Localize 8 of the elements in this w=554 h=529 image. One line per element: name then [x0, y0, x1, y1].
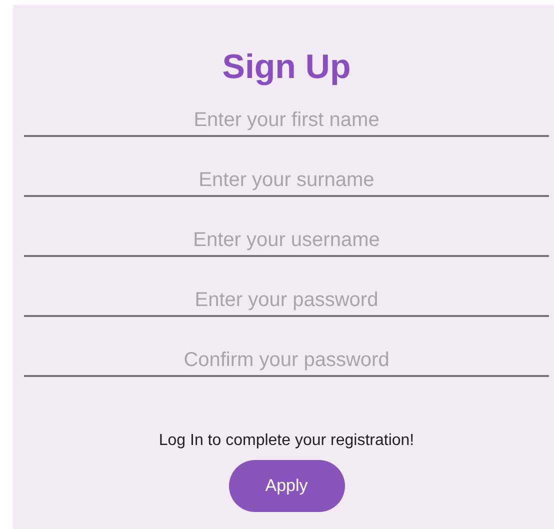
input-field[interactable]: Enter your password [24, 285, 549, 317]
registration-message: Log In to complete your registration! [158, 431, 416, 451]
input-field[interactable]: Enter your username [24, 225, 549, 257]
input-field[interactable]: Enter your first name [24, 105, 549, 137]
input-field[interactable]: Confirm your password [24, 345, 549, 377]
input-field[interactable]: Enter your surname [24, 165, 549, 197]
apply-button[interactable]: Apply [228, 460, 344, 512]
form-title: Sign Up [221, 47, 352, 88]
